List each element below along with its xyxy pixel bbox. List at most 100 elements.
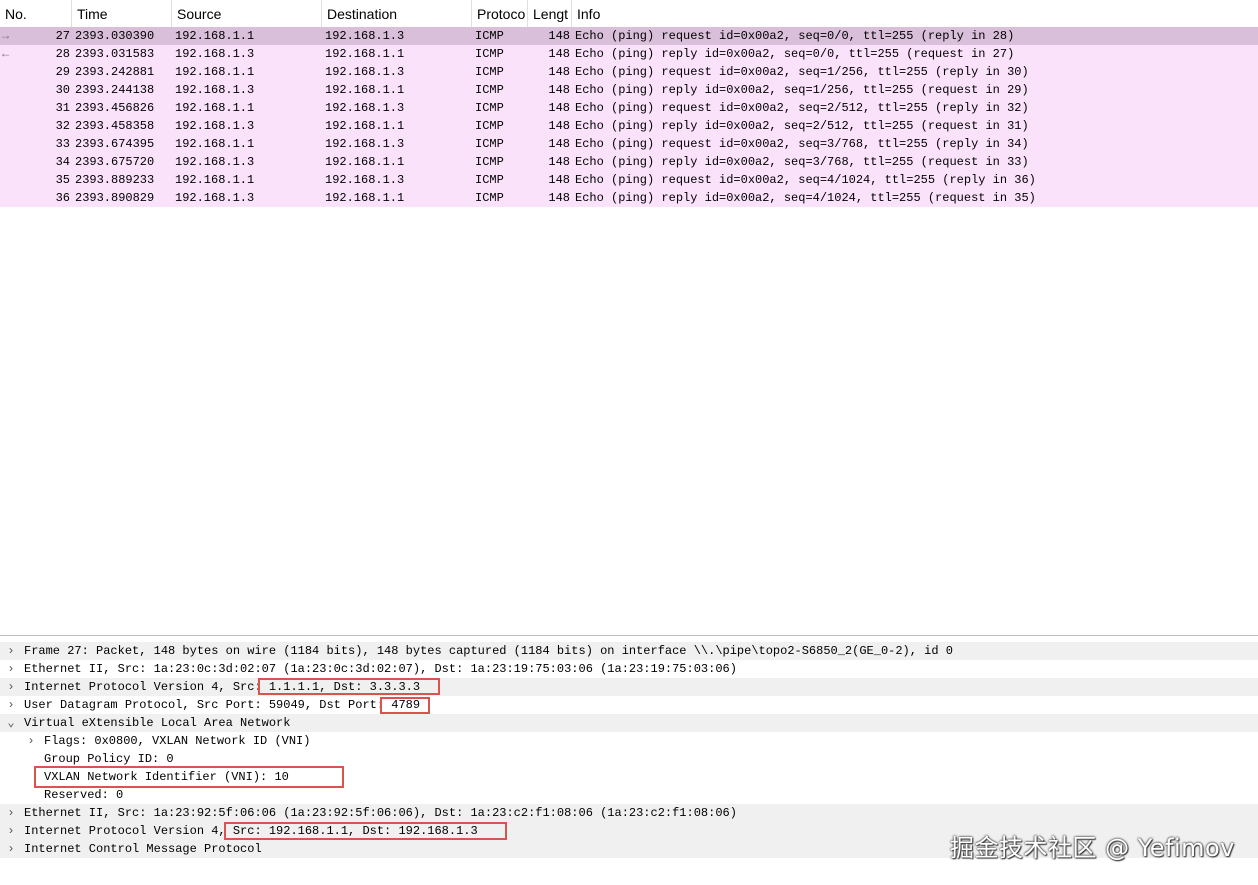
packet-row[interactable]: 36 2393.890829 192.168.1.3 192.168.1.1 ICMP 1… bbox=[0, 189, 1258, 207]
packet-time: 2393.244138 bbox=[75, 83, 155, 97]
detail-tree-item[interactable]: › User Datagram Protocol, Src Port: 59049… bbox=[0, 696, 1258, 714]
packet-number: 34 bbox=[55, 155, 70, 169]
packet-time: 2393.242881 bbox=[75, 65, 155, 79]
column-header-time[interactable]: Time bbox=[72, 0, 172, 27]
chevron-right-icon[interactable]: › bbox=[5, 678, 17, 696]
detail-tree-label: Frame 27: Packet, 148 bytes on wire (118… bbox=[24, 644, 953, 658]
packet-rows: → 27 2393.030390 192.168.1.1 192.168.1.3 ICMP… bbox=[0, 27, 1258, 207]
packet-destination: 192.168.1.1 bbox=[325, 191, 405, 205]
detail-tree-item[interactable]: › Frame 27: Packet, 148 bytes on wire (11… bbox=[0, 642, 1258, 660]
chevron-right-icon[interactable]: › bbox=[5, 804, 17, 822]
related-packet-arrow-icon bbox=[2, 117, 20, 135]
column-header-no[interactable]: No. bbox=[0, 0, 72, 27]
packet-time: 2393.031583 bbox=[75, 47, 155, 61]
packet-protocol: ICMP bbox=[475, 83, 504, 97]
related-packet-arrow-icon bbox=[2, 99, 20, 117]
packet-destination: 192.168.1.3 bbox=[325, 137, 405, 151]
packet-time: 2393.674395 bbox=[75, 137, 155, 151]
related-packet-arrow-icon bbox=[2, 153, 20, 171]
related-packet-arrow-icon bbox=[2, 135, 20, 153]
packet-time: 2393.889233 bbox=[75, 173, 155, 187]
packet-row[interactable]: 35 2393.889233 192.168.1.1 192.168.1.3 ICMP 1… bbox=[0, 171, 1258, 189]
chevron-right-icon[interactable]: › bbox=[5, 822, 17, 840]
packet-number: 32 bbox=[55, 119, 70, 133]
detail-tree-item[interactable]: ⌄ Virtual eXtensible Local Area Network bbox=[0, 714, 1258, 732]
packet-protocol: ICMP bbox=[475, 101, 504, 115]
packet-number: 33 bbox=[55, 137, 70, 151]
packet-source: 192.168.1.1 bbox=[175, 29, 255, 43]
detail-tree-label: Flags: 0x0800, VXLAN Network ID (VNI) bbox=[44, 734, 311, 748]
related-packet-arrow-icon bbox=[2, 81, 20, 99]
packet-number: 29 bbox=[55, 65, 70, 79]
column-header-protocol[interactable]: Protoco bbox=[472, 0, 528, 27]
detail-tree-item[interactable]: › Ethernet II, Src: 1a:23:92:5f:06:06 (1a… bbox=[0, 804, 1258, 822]
detail-tree-label: Ethernet II, Src: 1a:23:0c:3d:02:07 (1a:… bbox=[24, 662, 737, 676]
packet-number: 30 bbox=[55, 83, 70, 97]
packet-row[interactable]: → 27 2393.030390 192.168.1.1 192.168.1.3 ICMP… bbox=[0, 27, 1258, 45]
packet-protocol: ICMP bbox=[475, 137, 504, 151]
detail-tree-item[interactable]: › Internet Protocol Version 4, Src: 1.1.1… bbox=[0, 678, 1258, 696]
highlight-inner-ip-box bbox=[224, 822, 507, 840]
packet-protocol: ICMP bbox=[475, 173, 504, 187]
chevron-down-icon[interactable]: ⌄ bbox=[5, 714, 17, 732]
detail-tree-label: Internet Control Message Protocol bbox=[24, 842, 262, 856]
packet-source: 192.168.1.3 bbox=[175, 47, 255, 61]
chevron-right-icon[interactable]: › bbox=[5, 642, 17, 660]
packet-number: 35 bbox=[55, 173, 70, 187]
chevron-right-icon[interactable]: › bbox=[25, 732, 37, 750]
packet-length: 148 bbox=[548, 155, 570, 169]
packet-time: 2393.890829 bbox=[75, 191, 155, 205]
packet-protocol: ICMP bbox=[475, 29, 504, 43]
detail-tree-item[interactable]: Reserved: 0 bbox=[0, 786, 1258, 804]
packet-info: Echo (ping) reply id=0x00a2, seq=1/256, … bbox=[575, 83, 1029, 97]
column-header-info[interactable]: Info bbox=[572, 0, 1258, 27]
packet-protocol: ICMP bbox=[475, 155, 504, 169]
packet-protocol: ICMP bbox=[475, 191, 504, 205]
chevron-right-icon[interactable]: › bbox=[5, 660, 17, 678]
chevron-right-icon[interactable]: › bbox=[5, 696, 17, 714]
related-packet-arrow-icon: ← bbox=[2, 47, 10, 61]
packet-info: Echo (ping) request id=0x00a2, seq=3/768… bbox=[575, 137, 1029, 151]
packet-source: 192.168.1.3 bbox=[175, 119, 255, 133]
column-header-source[interactable]: Source bbox=[172, 0, 322, 27]
chevron-right-icon[interactable]: › bbox=[5, 840, 17, 858]
packet-time: 2393.458358 bbox=[75, 119, 155, 133]
packet-length: 148 bbox=[548, 65, 570, 79]
packet-row[interactable]: ← 28 2393.031583 192.168.1.3 192.168.1.1 ICMP… bbox=[0, 45, 1258, 63]
packet-protocol: ICMP bbox=[475, 65, 504, 79]
packet-info: Echo (ping) request id=0x00a2, seq=4/102… bbox=[575, 173, 1036, 187]
packet-number: 28 bbox=[55, 47, 70, 61]
packet-destination: 192.168.1.3 bbox=[325, 29, 405, 43]
related-packet-arrow-icon bbox=[2, 63, 20, 81]
packet-row[interactable]: 30 2393.244138 192.168.1.3 192.168.1.1 ICMP 1… bbox=[0, 81, 1258, 99]
packet-destination: 192.168.1.3 bbox=[325, 173, 405, 187]
related-packet-arrow-icon bbox=[2, 189, 20, 207]
packet-length: 148 bbox=[548, 119, 570, 133]
packet-length: 148 bbox=[548, 137, 570, 151]
highlight-dst-port-box bbox=[380, 697, 430, 714]
column-header-destination[interactable]: Destination bbox=[322, 0, 472, 27]
packet-info: Echo (ping) request id=0x00a2, seq=1/256… bbox=[575, 65, 1029, 79]
packet-row[interactable]: 32 2393.458358 192.168.1.3 192.168.1.1 ICMP 1… bbox=[0, 117, 1258, 135]
packet-info: Echo (ping) reply id=0x00a2, seq=2/512, … bbox=[575, 119, 1029, 133]
packet-row[interactable]: 31 2393.456826 192.168.1.1 192.168.1.3 ICMP 1… bbox=[0, 99, 1258, 117]
detail-tree-item[interactable]: › Ethernet II, Src: 1a:23:0c:3d:02:07 (1a… bbox=[0, 660, 1258, 678]
packet-row[interactable]: 33 2393.674395 192.168.1.1 192.168.1.3 ICMP 1… bbox=[0, 135, 1258, 153]
packet-source: 192.168.1.3 bbox=[175, 155, 255, 169]
watermark: 掘金技术社区 @ Yefimov bbox=[950, 834, 1235, 862]
related-packet-arrow-icon: → bbox=[2, 29, 10, 43]
packet-info: Echo (ping) reply id=0x00a2, seq=3/768, … bbox=[575, 155, 1029, 169]
packet-length: 148 bbox=[548, 173, 570, 187]
column-header-length[interactable]: Lengt bbox=[528, 0, 572, 27]
packet-length: 148 bbox=[548, 47, 570, 61]
packet-time: 2393.456826 bbox=[75, 101, 155, 115]
packet-length: 148 bbox=[548, 83, 570, 97]
packet-row[interactable]: 34 2393.675720 192.168.1.3 192.168.1.1 ICMP 1… bbox=[0, 153, 1258, 171]
packet-row[interactable]: 29 2393.242881 192.168.1.1 192.168.1.3 ICMP 1… bbox=[0, 63, 1258, 81]
packet-source: 192.168.1.3 bbox=[175, 191, 255, 205]
highlight-vni-box bbox=[34, 766, 344, 788]
packet-protocol: ICMP bbox=[475, 119, 504, 133]
packet-info: Echo (ping) request id=0x00a2, seq=2/512… bbox=[575, 101, 1029, 115]
detail-tree-item[interactable]: › Flags: 0x0800, VXLAN Network ID (VNI) bbox=[0, 732, 1258, 750]
packet-list-pane[interactable]: No. Time Source Destination Protoco Leng… bbox=[0, 0, 1258, 636]
